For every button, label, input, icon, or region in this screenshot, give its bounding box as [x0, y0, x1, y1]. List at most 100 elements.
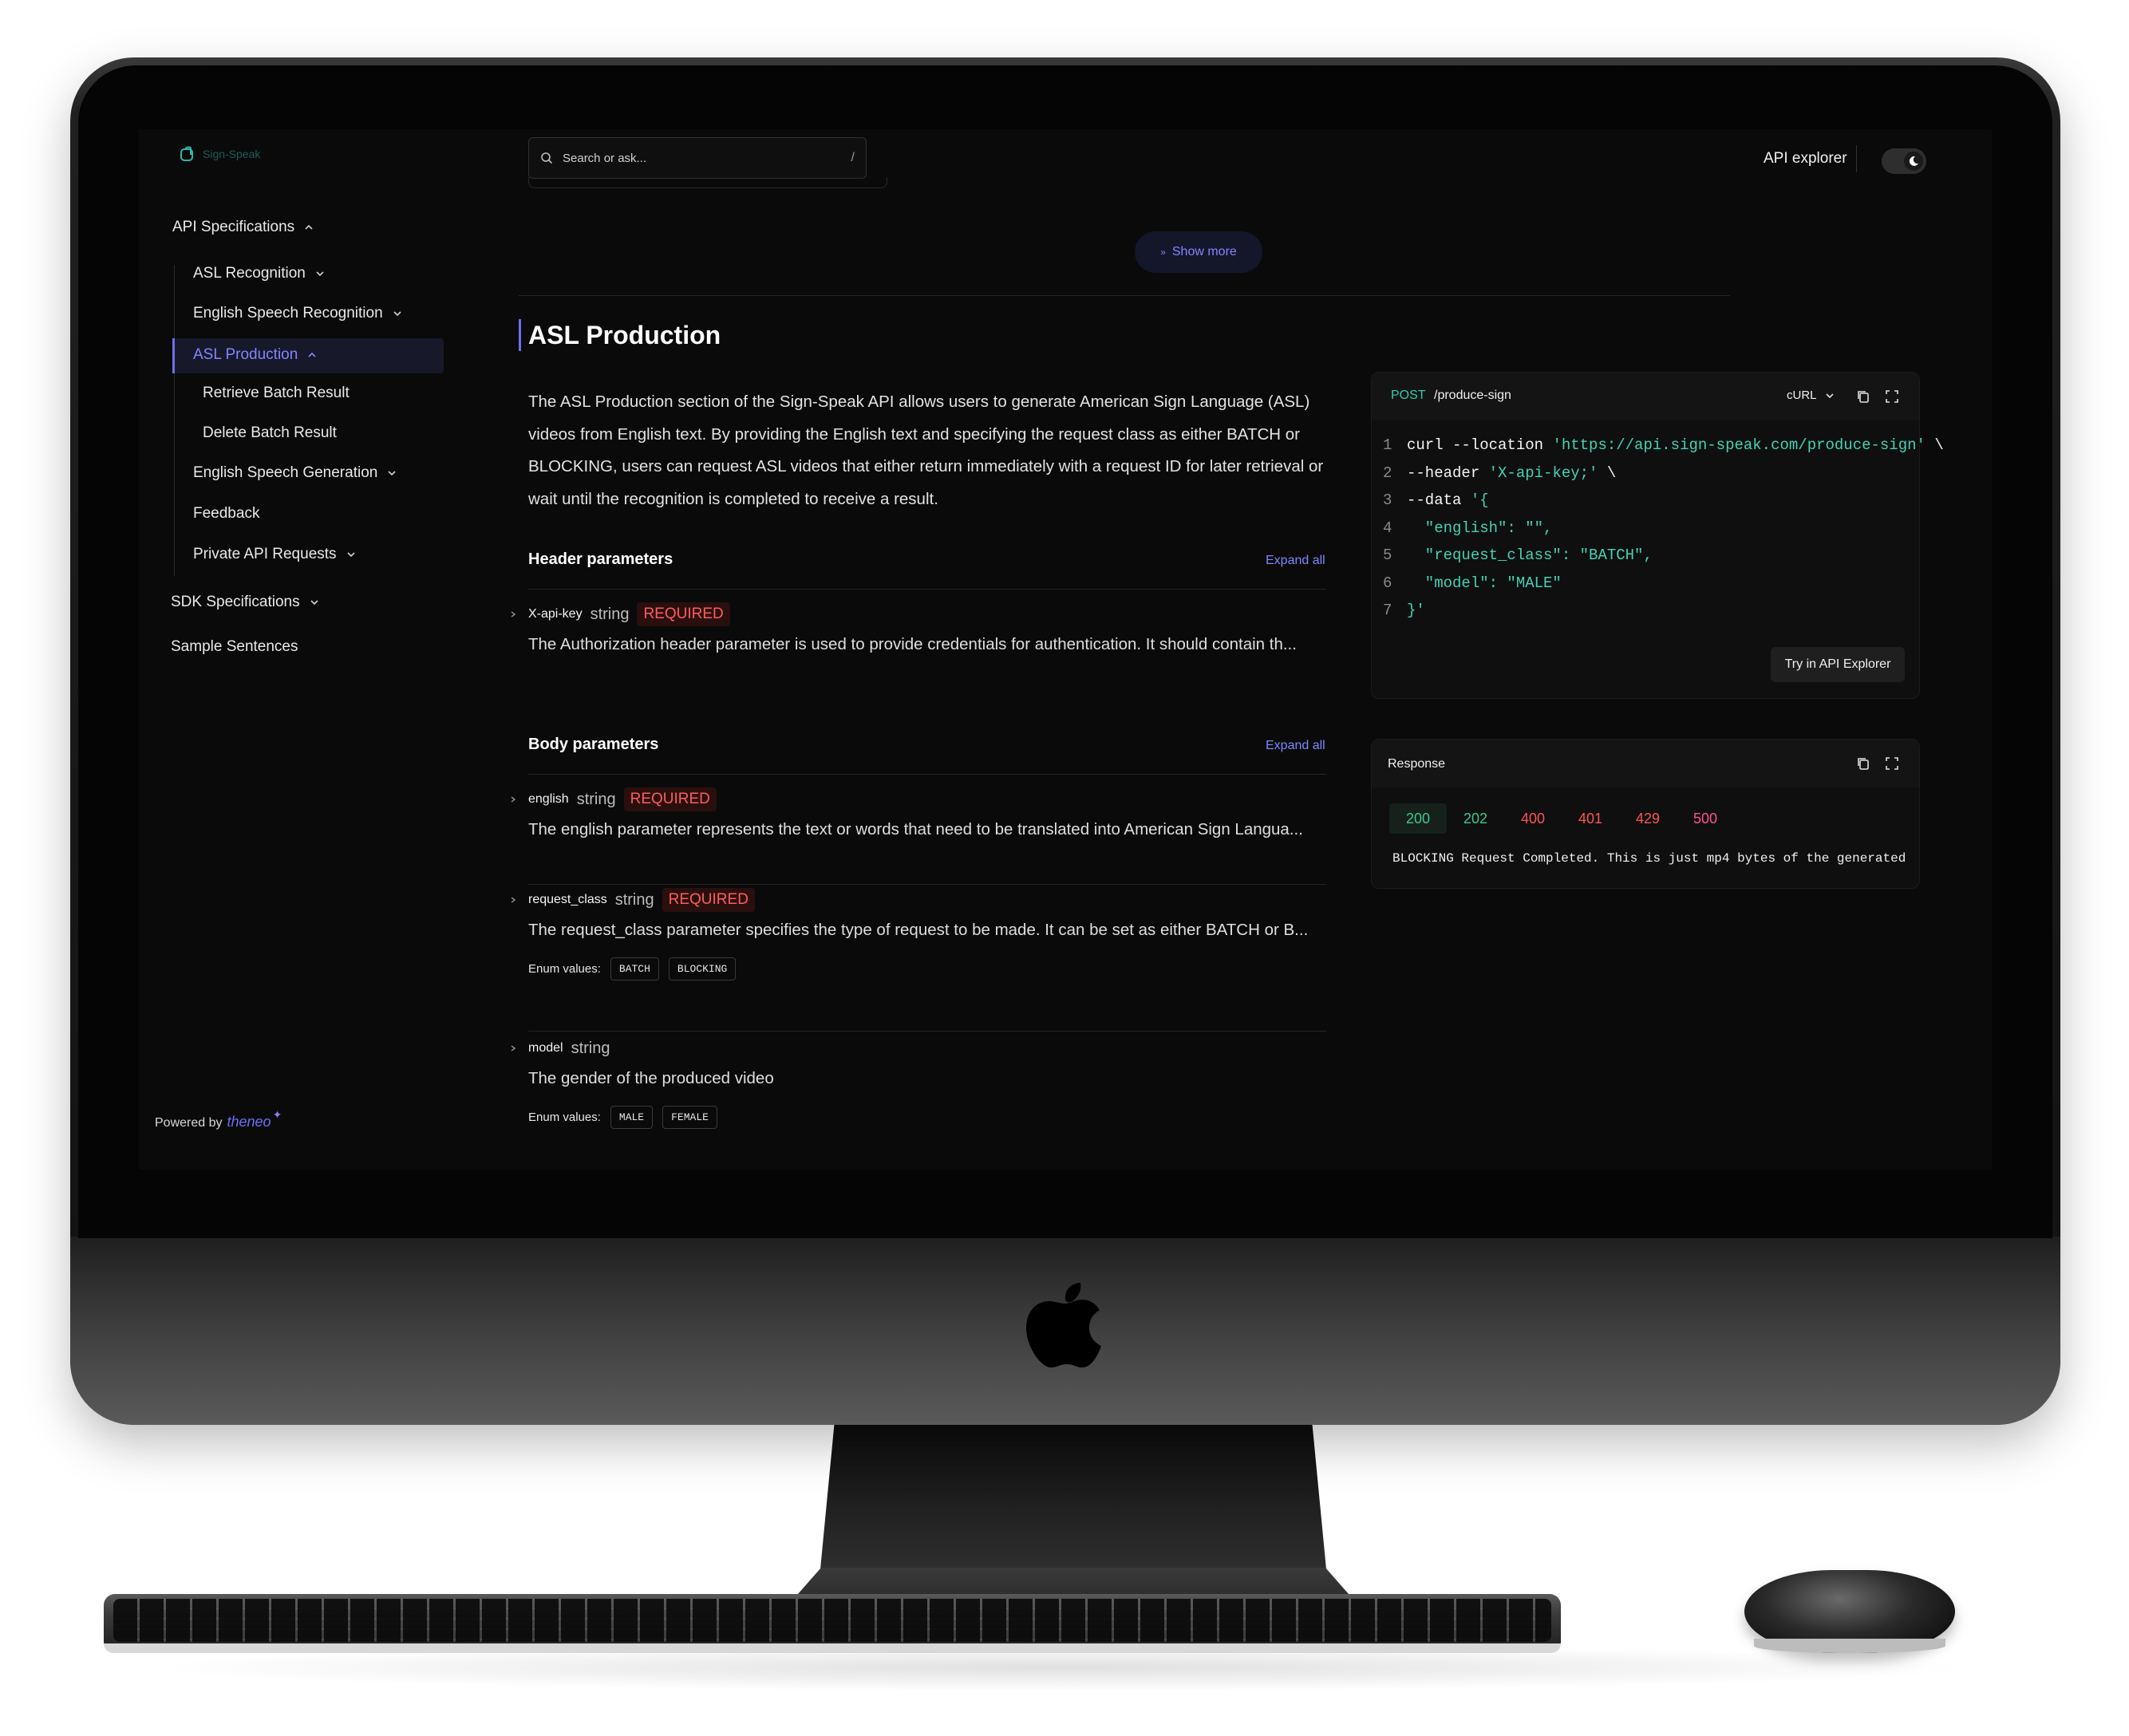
param-x-api-key[interactable]: X-api-key string REQUIRED The Authorizat… [509, 600, 1326, 654]
fullscreen-icon[interactable] [1884, 756, 1900, 771]
search-icon [541, 152, 553, 164]
sparkle-icon: ✦ [272, 1108, 282, 1121]
status-tab-400[interactable]: 400 [1504, 803, 1562, 834]
param-header: X-api-key string REQUIRED [509, 600, 1326, 629]
sidebar-item-retrieve-batch-result[interactable]: Retrieve Batch Result [203, 385, 350, 402]
line-number: 7 [1383, 602, 1392, 619]
sidebar-item-delete-batch-result[interactable]: Delete Batch Result [203, 424, 337, 442]
enum-chip-female: FEMALE [662, 1106, 717, 1129]
theme-toggle-knob [1904, 152, 1923, 171]
moon-icon [1909, 156, 1918, 166]
response-title: Response [1388, 757, 1446, 771]
sidebar-item-label: English Speech Generation [193, 464, 378, 481]
status-tab-401[interactable]: 401 [1562, 803, 1619, 834]
api-explorer-link[interactable]: API explorer [1764, 150, 1847, 168]
param-english[interactable]: english string REQUIRED The english para… [509, 785, 1326, 839]
sidebar-item-sdk-specifications[interactable]: SDK Specifications [171, 594, 319, 611]
chevron-down-icon [316, 271, 324, 277]
param-header: model string [509, 1034, 1326, 1063]
previous-card-edge [528, 177, 887, 188]
param-model[interactable]: model string The gender of the produced … [509, 1034, 1326, 1129]
apple-logo-icon [1026, 1283, 1101, 1368]
response-body: BLOCKING Request Completed. This is just… [1392, 851, 1911, 866]
show-more-button[interactable]: » Show more [1135, 231, 1262, 273]
sidebar-item-feedback[interactable]: Feedback [193, 505, 259, 523]
status-tab-429[interactable]: 429 [1619, 803, 1677, 834]
keyboard [104, 1594, 1561, 1653]
sidebar-item-label: Retrieve Batch Result [203, 385, 350, 401]
fullscreen-icon[interactable] [1884, 389, 1900, 404]
code-string: "model": "MALE" [1407, 574, 1562, 592]
brand-name: Sign-Speak [203, 148, 261, 160]
param-name: request_class [528, 893, 607, 906]
param-divider [528, 1031, 1326, 1032]
topbar-divider [1856, 145, 1857, 172]
sidebar-item-label: Sample Sentences [171, 638, 298, 655]
chevron-right-icon [511, 796, 516, 803]
required-badge: REQUIRED [662, 888, 755, 912]
language-select[interactable]: cURL [1787, 389, 1835, 402]
sidebar-item-english-speech-generation[interactable]: English Speech Generation [193, 464, 397, 482]
sign-speak-logo-icon [180, 146, 193, 161]
sidebar: Sign-Speak API Specifications ASL Recogn… [139, 129, 458, 1170]
param-header: english string REQUIRED [509, 785, 1326, 814]
sidebar-item-sample-sentences[interactable]: Sample Sentences [171, 638, 298, 656]
code-line: 5 "request_class": "BATCH", [1383, 546, 1944, 574]
mouse-rim [1754, 1639, 1945, 1653]
chevron-down-icon [310, 600, 318, 606]
chevron-up-icon [308, 352, 316, 357]
line-number: 4 [1383, 519, 1392, 537]
sidebar-item-private-api-requests[interactable]: Private API Requests [193, 546, 356, 563]
status-tab-500[interactable]: 500 [1677, 803, 1734, 834]
code-line: 1 curl --location 'https://api.sign-speak… [1383, 436, 1944, 464]
sidebar-item-label: ASL Recognition [193, 265, 306, 282]
language-select-value: cURL [1787, 389, 1817, 402]
param-request-class[interactable]: request_class string REQUIRED The reques… [509, 886, 1326, 980]
copy-icon[interactable] [1855, 389, 1871, 404]
body-expand-all-link[interactable]: Expand all [1266, 739, 1325, 753]
enum-values-row: Enum values: BATCH BLOCKING [528, 957, 1326, 980]
enum-values-label: Enum values: [528, 962, 601, 976]
theme-toggle[interactable] [1882, 148, 1926, 174]
enum-chip-male: MALE [610, 1106, 654, 1129]
status-code-tabs: 200 202 400 401 429 500 [1389, 803, 1734, 834]
imac-mockup: Sign-Speak API Specifications ASL Recogn… [0, 0, 2129, 1736]
magic-mouse [1744, 1570, 1955, 1653]
brand-logo[interactable]: Sign-Speak [179, 145, 260, 163]
code-token: \ [1598, 464, 1617, 482]
chevron-right-icon [511, 897, 516, 903]
powered-by-label: Powered by [155, 1116, 223, 1130]
search-bar[interactable]: / [528, 137, 867, 179]
code-string: 'X-api-key;' [1488, 464, 1598, 482]
section-description: The ASL Production section of the Sign-S… [528, 393, 1324, 508]
param-divider [528, 589, 1326, 590]
line-number: 5 [1383, 546, 1392, 564]
param-name: model [528, 1041, 563, 1055]
section-divider [519, 295, 1730, 296]
param-divider [528, 884, 1326, 885]
enum-chip-blocking: BLOCKING [668, 957, 737, 980]
powered-by-theneo[interactable]: Powered by theneo ✦ [155, 1108, 285, 1130]
sidebar-item-asl-production[interactable]: ASL Production [193, 346, 317, 364]
param-name: english [528, 792, 569, 806]
sidebar-item-english-speech-recognition[interactable]: English Speech Recognition [193, 305, 402, 322]
keyboard-keys [113, 1599, 1551, 1642]
sidebar-item-api-specifications[interactable]: API Specifications [172, 219, 314, 236]
search-input[interactable] [563, 151, 842, 165]
chevron-right-icon [511, 611, 516, 617]
status-tab-200[interactable]: 200 [1389, 803, 1447, 834]
chevron-down-icon [393, 311, 401, 317]
try-in-api-explorer-button[interactable]: Try in API Explorer [1771, 647, 1905, 682]
http-method: POST [1391, 389, 1426, 402]
status-tab-202[interactable]: 202 [1447, 803, 1504, 834]
chevron-down-icon [388, 471, 396, 476]
code-token: --data [1407, 491, 1471, 509]
param-name: X-api-key [528, 607, 583, 621]
code-string: 'https://api.sign-speak.com/produce-sign… [1552, 436, 1926, 454]
header-expand-all-link[interactable]: Expand all [1266, 554, 1325, 568]
sidebar-item-asl-recognition[interactable]: ASL Recognition [193, 265, 325, 282]
line-number: 1 [1383, 436, 1392, 454]
copy-icon[interactable] [1855, 756, 1871, 771]
sidebar-item-label: English Speech Recognition [193, 305, 383, 322]
code-block[interactable]: 1 curl --location 'https://api.sign-speak… [1383, 436, 1944, 629]
